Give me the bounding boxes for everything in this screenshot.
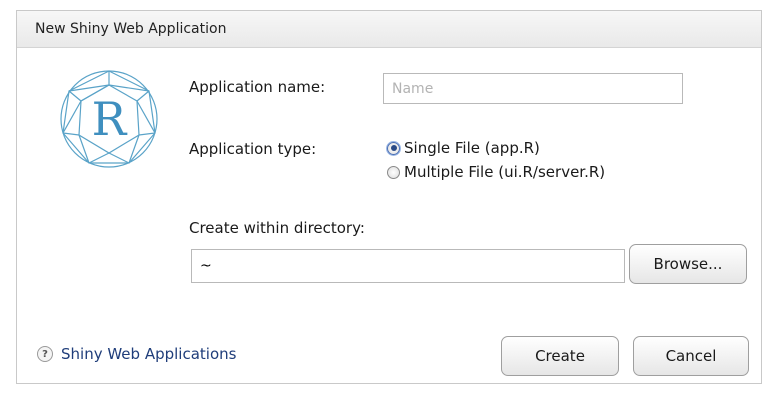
dialog-title: New Shiny Web Application [35, 21, 227, 37]
logo-letter: R [92, 92, 128, 146]
radio-single-file-label: Single File (app.R) [404, 139, 540, 157]
shiny-web-applications-link[interactable]: Shiny Web Applications [61, 345, 236, 363]
shiny-r-logo-icon: R [60, 70, 158, 168]
app-name-input[interactable] [383, 73, 683, 104]
app-type-label: Application type: [189, 140, 317, 158]
directory-input[interactable] [191, 249, 625, 283]
radio-unselected-icon[interactable] [387, 165, 400, 179]
radio-selected-icon[interactable] [387, 141, 400, 155]
app-name-label: Application name: [189, 78, 326, 96]
help-icon[interactable]: ? [37, 346, 53, 362]
directory-label: Create within directory: [189, 219, 365, 237]
help-link-container[interactable]: ? Shiny Web Applications [37, 345, 236, 363]
new-shiny-app-dialog: New Shiny Web Application R Application … [16, 10, 762, 384]
dialog-titlebar: New Shiny Web Application [17, 11, 761, 48]
radio-multiple-file-label: Multiple File (ui.R/server.R) [404, 163, 606, 181]
browse-button[interactable]: Browse... [629, 244, 747, 284]
create-button[interactable]: Create [501, 336, 619, 376]
radio-single-file[interactable]: Single File (app.R) [387, 139, 540, 157]
radio-multiple-file[interactable]: Multiple File (ui.R/server.R) [387, 163, 605, 181]
cancel-button[interactable]: Cancel [633, 336, 749, 376]
